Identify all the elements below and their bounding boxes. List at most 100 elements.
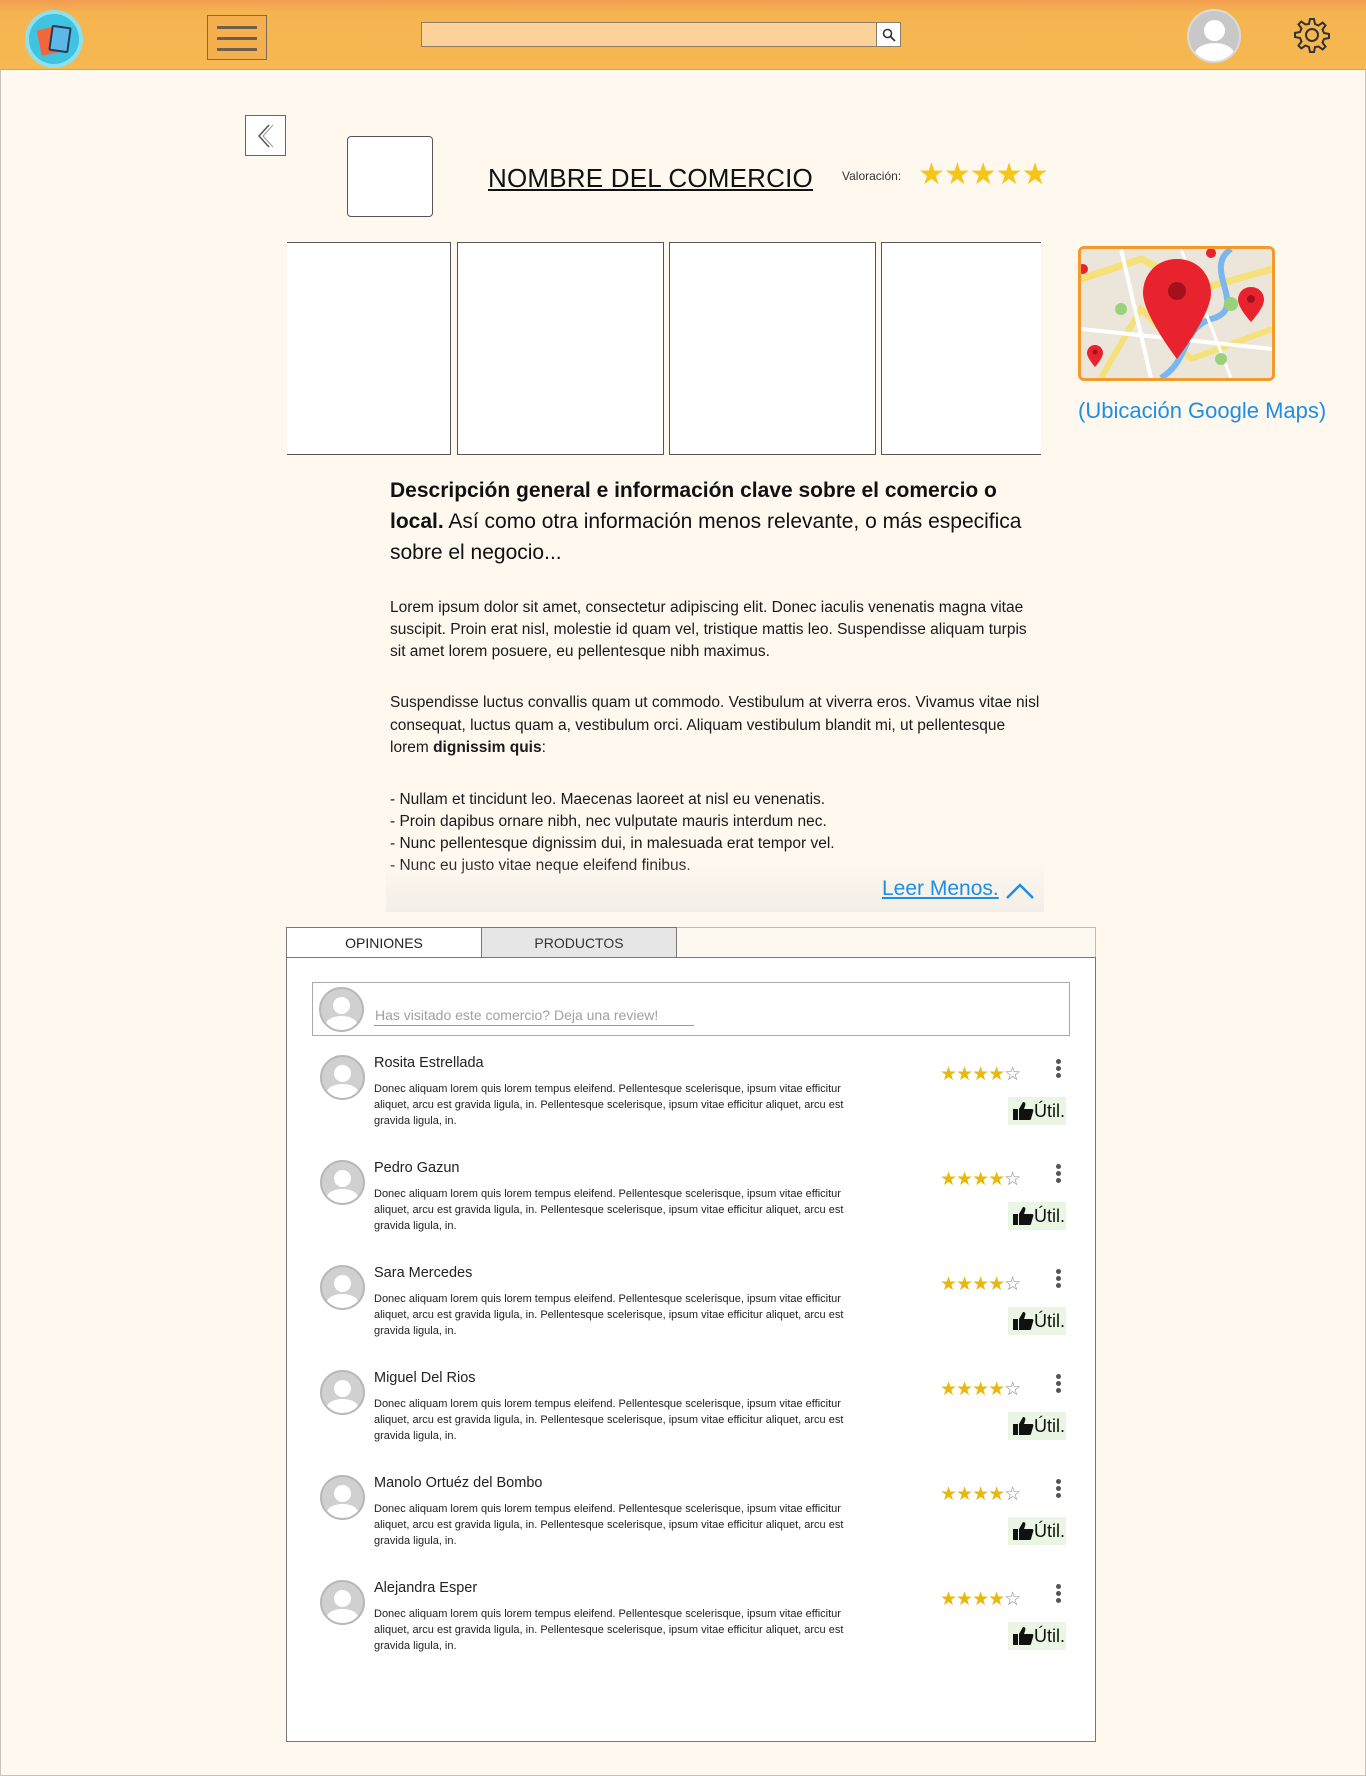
review-rating: ★★★★☆ — [940, 1484, 1021, 1505]
star-empty: ☆ — [1004, 1064, 1021, 1085]
useful-button[interactable]: Útil. — [1008, 1517, 1066, 1545]
star-empty: ☆ — [1004, 1169, 1021, 1190]
shop-name: NOMBRE DEL COMERCIO — [488, 163, 813, 193]
useful-button[interactable]: Útil. — [1008, 1412, 1066, 1440]
avatar — [320, 1055, 365, 1100]
gallery-photo[interactable] — [881, 242, 1041, 455]
shop-description: Descripción general e información clave … — [390, 475, 1040, 877]
tab-productos[interactable]: PRODUCTOS — [481, 927, 677, 958]
review-item: Sara Mercedes Donec aliquam lorem quis l… — [320, 1265, 1070, 1365]
gallery-photo[interactable] — [457, 242, 664, 455]
star-filled: ★★★★ — [940, 1274, 1005, 1295]
review-text: Donec aliquam lorem quis lorem tempus el… — [374, 1608, 844, 1652]
thumbs-up-icon — [1013, 1522, 1034, 1540]
reviewer-name: Alejandra Esper — [374, 1580, 478, 1596]
thumbs-up-icon — [1013, 1312, 1034, 1330]
star-filled: ★★★★ — [940, 1379, 1005, 1400]
bullet-item: - Nunc pellentesque dignissim dui, in ma… — [390, 834, 835, 852]
map-thumbnail[interactable] — [1078, 246, 1275, 381]
star-filled: ★★★★ — [940, 1064, 1005, 1085]
description-paragraph-bold: dignissim quis — [433, 739, 542, 756]
star-empty: ☆ — [1004, 1274, 1021, 1295]
more-options-icon[interactable] — [1056, 1584, 1062, 1605]
useful-label: Útil. — [1034, 1206, 1065, 1226]
review-rating: ★★★★☆ — [940, 1064, 1021, 1085]
more-options-icon[interactable] — [1056, 1269, 1062, 1290]
chevron-left-icon — [257, 124, 274, 148]
reviewer-name: Miguel Del Rios — [374, 1370, 476, 1386]
google-maps-link[interactable]: (Ubicación Google Maps) — [1078, 398, 1326, 424]
gear-icon[interactable] — [1293, 16, 1331, 54]
review-rating: ★★★★☆ — [940, 1589, 1021, 1610]
star-empty: ☆ — [1004, 1379, 1021, 1400]
description-lead-rest: Así como otra información menos relevant… — [390, 510, 1022, 564]
tab-opiniones[interactable]: OPINIONES — [286, 927, 482, 958]
more-options-icon[interactable] — [1056, 1059, 1062, 1080]
avatar — [320, 1475, 365, 1520]
avatar — [320, 1265, 365, 1310]
search-icon — [882, 28, 896, 42]
search-bar — [421, 22, 901, 47]
thumbs-up-icon — [1013, 1627, 1034, 1645]
useful-button[interactable]: Útil. — [1008, 1622, 1066, 1650]
description-paragraph-end: : — [541, 739, 546, 756]
more-options-icon[interactable] — [1056, 1374, 1062, 1395]
reviewer-name: Pedro Gazun — [374, 1160, 460, 1176]
rating-label: Valoración: — [842, 169, 902, 183]
avatar — [320, 1160, 365, 1205]
review-text: Donec aliquam lorem quis lorem tempus el… — [374, 1083, 844, 1127]
description-lead: Descripción general e información clave … — [390, 475, 1040, 568]
star-empty: ☆ — [1004, 1589, 1021, 1610]
review-rating: ★★★★☆ — [940, 1169, 1021, 1190]
review-text: Donec aliquam lorem quis lorem tempus el… — [374, 1503, 844, 1547]
useful-label: Útil. — [1034, 1311, 1065, 1331]
description-paragraph: Suspendisse luctus convallis quam ut com… — [390, 692, 1040, 760]
star-filled: ★★★★ — [940, 1169, 1005, 1190]
map-pin-icon — [1081, 249, 1272, 378]
review-item: Miguel Del Rios Donec aliquam lorem quis… — [320, 1370, 1070, 1470]
useful-button[interactable]: Útil. — [1008, 1307, 1066, 1335]
useful-label: Útil. — [1034, 1101, 1065, 1121]
gallery-photo[interactable] — [669, 242, 876, 455]
review-text: Donec aliquam lorem quis lorem tempus el… — [374, 1398, 844, 1442]
bullet-item: - Proin dapibus ornare nibh, nec vulputa… — [390, 812, 827, 830]
back-button[interactable] — [245, 115, 286, 156]
review-item: Rosita Estrellada Donec aliquam lorem qu… — [320, 1055, 1070, 1155]
review-rating: ★★★★☆ — [940, 1274, 1021, 1295]
review-item: Pedro Gazun Donec aliquam lorem quis lor… — [320, 1160, 1070, 1260]
chevron-up-icon[interactable] — [1005, 882, 1035, 900]
bullet-item: - Nullam et tincidunt leo. Maecenas laor… — [390, 790, 826, 808]
hamburger-icon[interactable] — [207, 15, 267, 60]
more-options-icon[interactable] — [1056, 1479, 1062, 1500]
useful-label: Útil. — [1034, 1416, 1065, 1436]
search-button[interactable] — [876, 22, 901, 47]
review-text: Donec aliquam lorem quis lorem tempus el… — [374, 1188, 844, 1232]
avatar — [320, 1580, 365, 1625]
useful-label: Útil. — [1034, 1626, 1065, 1646]
read-less-link[interactable]: Leer Menos. — [882, 877, 999, 901]
reviewer-name: Rosita Estrellada — [374, 1055, 484, 1071]
review-rating: ★★★★☆ — [940, 1379, 1021, 1400]
review-item: Manolo Ortuéz del Bombo Donec aliquam lo… — [320, 1475, 1070, 1575]
review-text: Donec aliquam lorem quis lorem tempus el… — [374, 1293, 844, 1337]
thumbs-up-icon — [1013, 1207, 1034, 1225]
search-input[interactable] — [421, 22, 877, 47]
shop-rating-stars: ★★★★★ — [918, 158, 1048, 191]
avatar — [319, 987, 364, 1032]
photo-gallery[interactable] — [287, 242, 1041, 456]
shopping-bags-icon[interactable] — [25, 10, 83, 68]
more-options-icon[interactable] — [1056, 1164, 1062, 1185]
thumbs-up-icon — [1013, 1102, 1034, 1120]
star-filled: ★★★★ — [940, 1589, 1005, 1610]
star-empty: ☆ — [1004, 1484, 1021, 1505]
description-paragraph: Lorem ipsum dolor sit amet, consectetur … — [390, 599, 1027, 660]
star-filled: ★★★★ — [940, 1484, 1005, 1505]
review-item: Alejandra Esper Donec aliquam lorem quis… — [320, 1580, 1070, 1680]
useful-label: Útil. — [1034, 1521, 1065, 1541]
useful-button[interactable]: Útil. — [1008, 1202, 1066, 1230]
review-input[interactable] — [374, 1004, 694, 1026]
gallery-photo[interactable] — [287, 242, 451, 455]
user-avatar-icon[interactable] — [1187, 9, 1241, 63]
useful-button[interactable]: Útil. — [1008, 1097, 1066, 1125]
avatar — [320, 1370, 365, 1415]
